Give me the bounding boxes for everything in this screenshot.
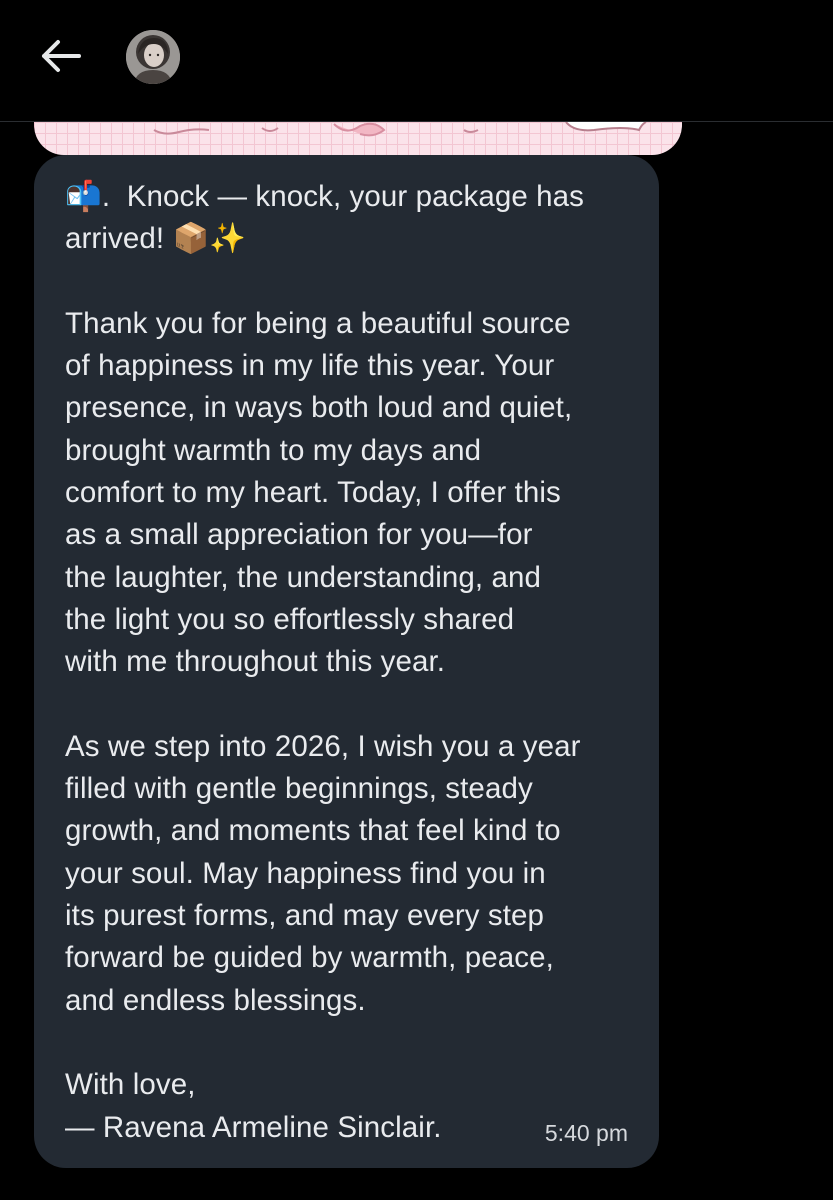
profile-avatar (126, 30, 180, 84)
avatar[interactable] (126, 30, 180, 84)
message-timestamp: 5:40 pm (544, 1120, 628, 1146)
conversation-header (0, 0, 833, 122)
message-text: 📬. Knock — knock, your package has arriv… (65, 180, 585, 1144)
image-doodles (153, 122, 647, 137)
shared-image-preview[interactable] (34, 122, 682, 155)
dm-conversation-screen: 📬. Knock — knock, your package has arriv… (0, 0, 833, 1200)
message-bubble[interactable]: 📬. Knock — knock, your package has arriv… (34, 155, 659, 1168)
back-button[interactable] (30, 30, 90, 82)
arrow-left-icon (42, 40, 81, 72)
